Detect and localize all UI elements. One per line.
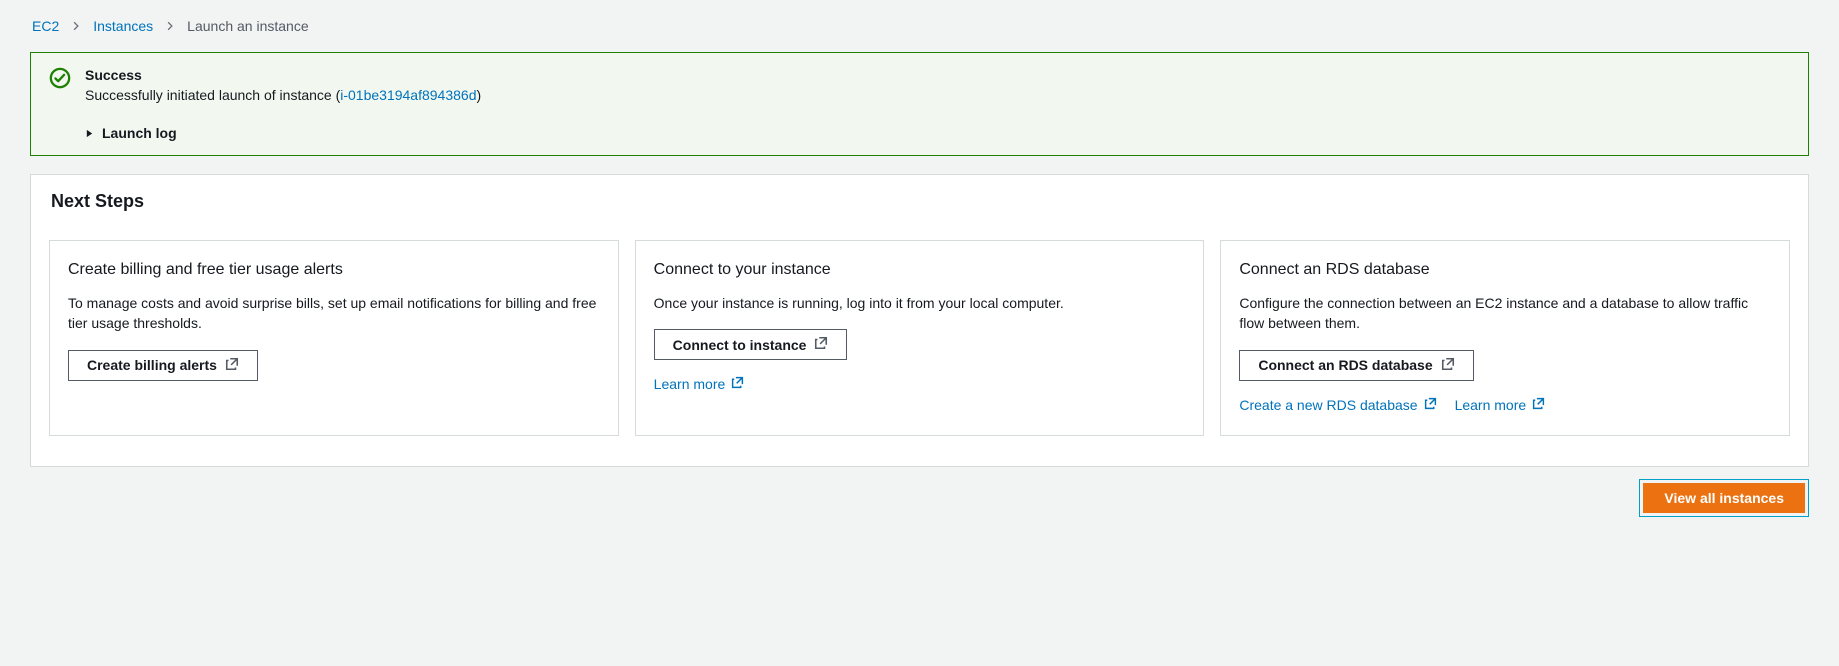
alert-title: Success [85,67,481,83]
connect-rds-database-button[interactable]: Connect an RDS database [1239,350,1473,381]
external-link-icon [731,376,744,392]
card-connect-rds-database: Connect an RDS database Configure the co… [1220,240,1790,436]
connect-to-instance-button[interactable]: Connect to instance [654,329,848,360]
card-body: To manage costs and avoid surprise bills… [68,293,600,334]
view-all-instances-button[interactable]: View all instances [1643,483,1805,513]
card-title: Connect to your instance [654,261,1186,279]
success-check-icon [49,67,71,92]
card-connect-to-instance: Connect to your instance Once your insta… [635,240,1205,436]
external-link-icon [1424,397,1437,413]
breadcrumb: EC2 Instances Launch an instance [30,18,1809,34]
next-steps-panel: Next Steps Create billing and free tier … [30,174,1809,467]
card-title: Create billing and free tier usage alert… [68,261,600,279]
instance-id-link[interactable]: i-01be3194af894386d [340,87,476,103]
alert-message: Successfully initiated launch of instanc… [85,87,481,103]
card-body: Once your instance is running, log into … [654,293,1186,313]
breadcrumb-instances[interactable]: Instances [93,18,153,34]
success-alert: Success Successfully initiated launch of… [30,52,1809,156]
chevron-right-icon [165,21,175,31]
learn-more-link[interactable]: Learn more [1455,397,1546,413]
launch-log-label: Launch log [102,125,177,141]
breadcrumb-ec2[interactable]: EC2 [32,18,59,34]
external-link-icon [814,336,828,353]
caret-right-icon [85,125,94,141]
next-steps-heading: Next Steps [51,191,1788,212]
primary-button-focus-ring: View all instances [1639,479,1809,517]
chevron-right-icon [71,21,81,31]
breadcrumb-current: Launch an instance [187,18,308,34]
learn-more-link[interactable]: Learn more [654,376,745,392]
card-create-billing-alerts: Create billing and free tier usage alert… [49,240,619,436]
external-link-icon [1532,397,1545,413]
external-link-icon [1441,357,1455,374]
external-link-icon [225,357,239,374]
footer-actions: View all instances [30,479,1809,517]
card-body: Configure the connection between an EC2 … [1239,293,1771,334]
create-new-rds-database-link[interactable]: Create a new RDS database [1239,397,1436,413]
launch-log-toggle[interactable]: Launch log [85,125,1788,141]
create-billing-alerts-button[interactable]: Create billing alerts [68,350,258,381]
card-title: Connect an RDS database [1239,261,1771,279]
